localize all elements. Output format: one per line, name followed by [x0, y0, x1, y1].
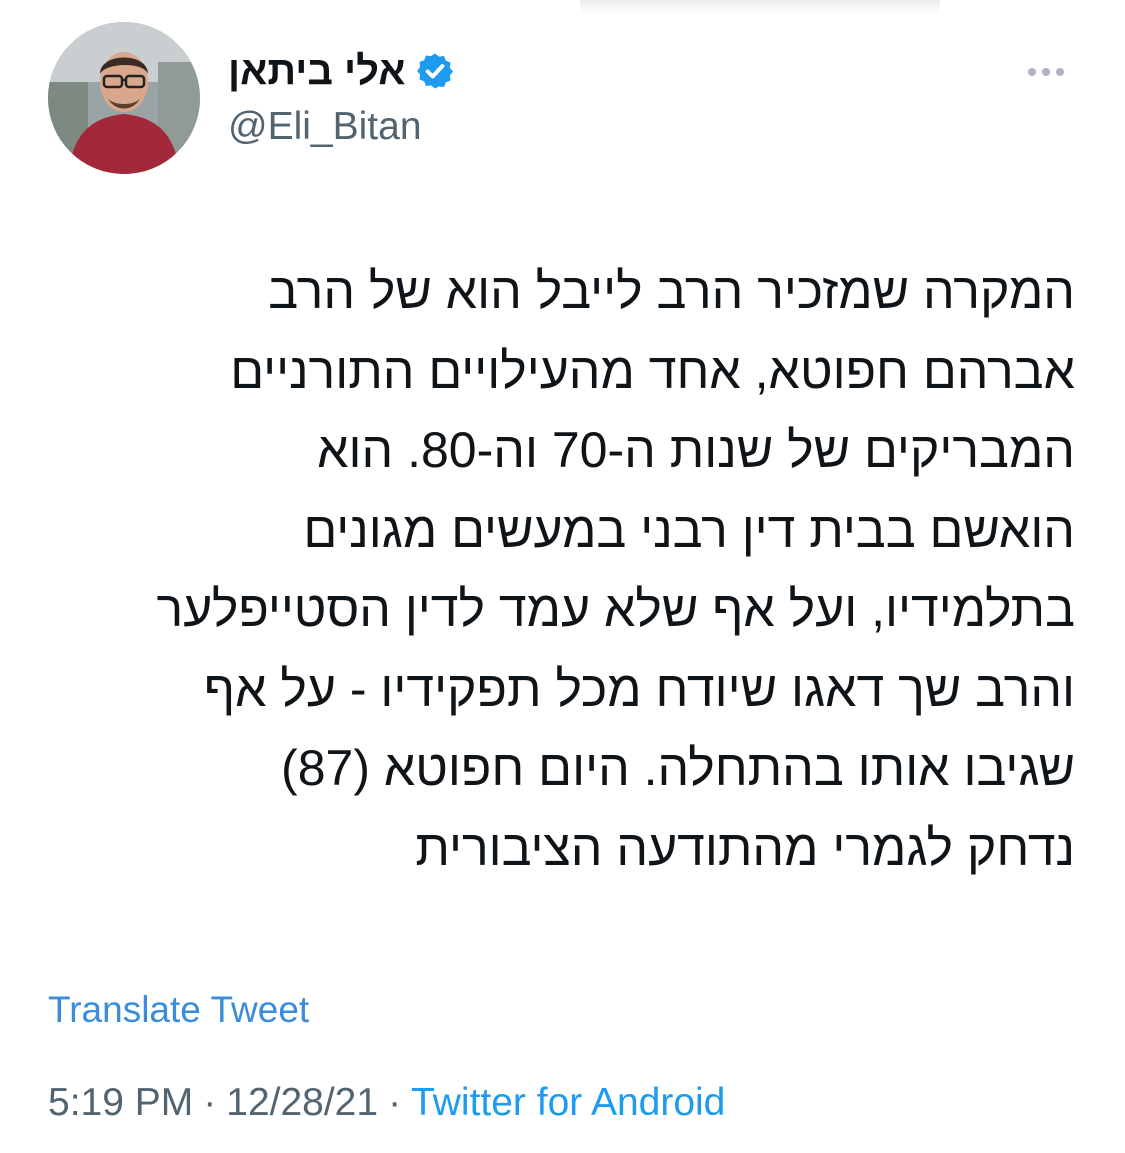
tweet-text-line: המבריקים של שנות ה-70 וה-80. הוא [317, 422, 1075, 478]
meta-separator: · [388, 1081, 402, 1124]
avatar-photo [48, 22, 200, 174]
author-name-row[interactable]: אלי ביתאן [228, 48, 455, 94]
translate-tweet-link[interactable]: Translate Tweet [48, 988, 309, 1032]
tweet-text-line: והרב שך דאגו שיודח מכל תפקידיו - על אף [203, 660, 1075, 717]
tweet-text-line: המקרה שמזכיר הרב לייבל הוא של הרב [268, 263, 1075, 319]
more-options-icon[interactable] [1028, 62, 1064, 82]
more-dot [1042, 68, 1050, 76]
tweet-text-line: הואשם בבית דין רבני במעשים מגונים [303, 501, 1075, 558]
tweet-text-line: אברהם חפוטא, אחד מהעילויים התורניים [230, 342, 1075, 399]
tweet-text-line: שגיבו אותו בהתחלה. היום חפוטא (87) [281, 740, 1075, 796]
tweet-time: 5:19 PM [48, 1081, 194, 1124]
tweet-text-line: בתלמידיו, ועל אף שלא עמד לדין הסטייפלער [156, 581, 1075, 637]
avatar[interactable] [48, 22, 200, 174]
tweet-meta: 5:19 PM · 12/28/21 · Twitter for Android [48, 1080, 725, 1126]
more-dot [1028, 68, 1036, 76]
more-dot [1056, 68, 1064, 76]
tweet-text-line: נדחק לגמרי מהתודעה הציבורית [415, 819, 1075, 876]
tweet-date: 12/28/21 [226, 1081, 379, 1124]
author-handle[interactable]: @Eli_Bitan [228, 104, 422, 150]
tweet-source-link[interactable]: Twitter for Android [411, 1081, 725, 1124]
tweet-text: המקרה שמזכיר הרב לייבל הוא של הרב אברהם … [40, 252, 1075, 888]
verified-badge-icon [417, 53, 454, 89]
author-display-name[interactable]: אלי ביתאן [228, 48, 405, 94]
meta-separator: · [203, 1081, 217, 1124]
top-edge-shadow [580, 0, 940, 14]
